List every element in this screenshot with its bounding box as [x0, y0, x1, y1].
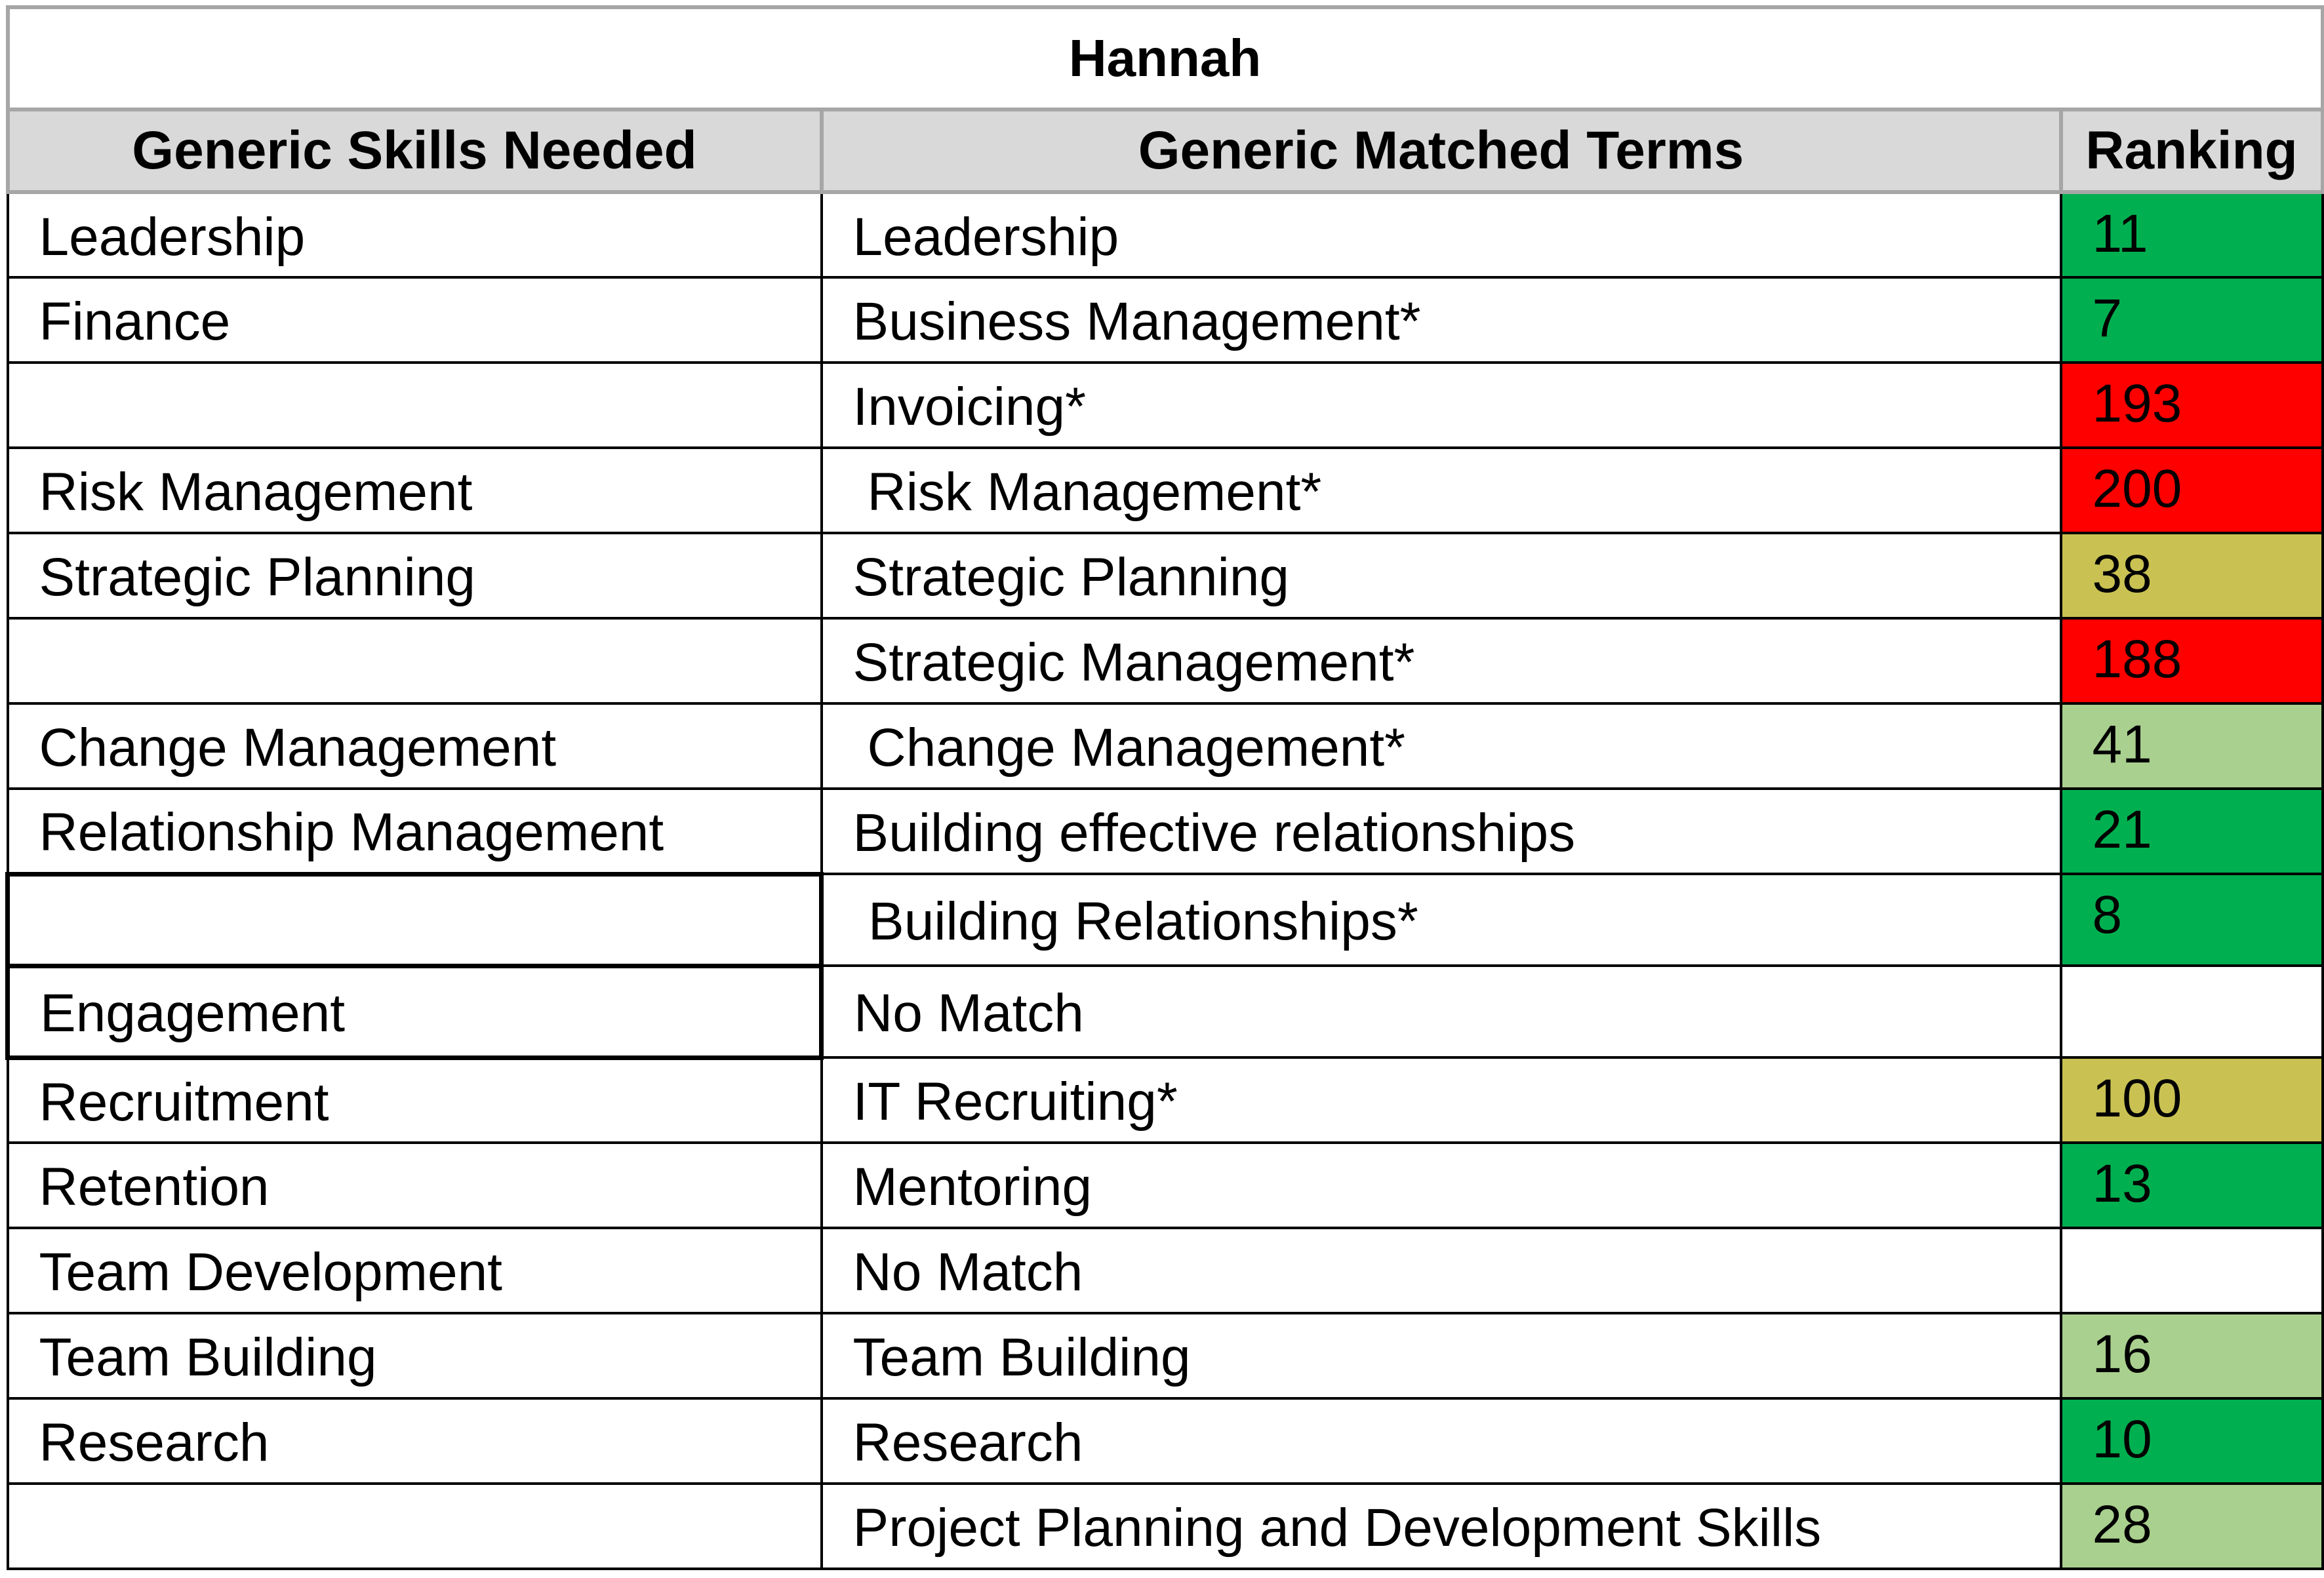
ranking-cell: 188: [2059, 617, 2324, 705]
matched-term-cell: Research: [820, 1397, 2062, 1485]
ranking-cell: 8: [2059, 873, 2324, 967]
matched-term-cell: Building Relationships*: [820, 873, 2062, 967]
skill-cell: Team Building: [6, 1312, 823, 1400]
skill-cell: Change Management: [6, 702, 823, 790]
table-row: Risk Management Risk Management* 200: [6, 446, 2324, 534]
ranking-cell: 13: [2059, 1141, 2324, 1229]
skill-cell: Strategic Planning: [6, 532, 823, 620]
table-row: Finance Business Management* 7: [6, 276, 2324, 364]
matched-term-cell: No Match: [820, 964, 2062, 1059]
ranking-cell: 100: [2059, 1056, 2324, 1144]
header-generic-matched-terms: Generic Matched Terms: [819, 108, 2063, 194]
skill-cell: Retention: [6, 1141, 823, 1229]
ranking-cell: 41: [2059, 702, 2324, 790]
matched-term-cell: Project Planning and Development Skills: [820, 1482, 2062, 1570]
matched-term-cell: Mentoring: [820, 1141, 2062, 1229]
ranking-cell: 21: [2059, 787, 2324, 875]
skill-cell: Risk Management: [6, 446, 823, 534]
ranking-cell: 7: [2059, 276, 2324, 364]
skill-cell: [5, 871, 824, 968]
matched-term-cell: Business Management*: [820, 276, 2062, 364]
matched-term-cell: No Match: [820, 1227, 2062, 1314]
title-row: Hannah: [5, 5, 2324, 111]
table-row: Team Building Team Building 16: [6, 1312, 2324, 1400]
skill-cell: [6, 617, 823, 705]
matched-term-cell: Team Building: [820, 1312, 2062, 1400]
skill-cell: Team Development: [6, 1227, 823, 1314]
header-generic-skills-needed: Generic Skills Needed: [5, 108, 824, 194]
header-ranking: Ranking: [2058, 108, 2324, 194]
table-row: Team Development No Match: [6, 1227, 2324, 1314]
ranking-cell: 193: [2059, 361, 2324, 449]
table-row: Research Research 10: [6, 1397, 2324, 1485]
table-row: Change Management Change Management* 41: [6, 702, 2324, 790]
table-row: Invoicing* 193: [6, 361, 2324, 449]
header-row: Generic Skills Needed Generic Matched Te…: [5, 108, 2324, 194]
matched-term-cell: Strategic Management*: [820, 617, 2062, 705]
matched-term-cell: Strategic Planning: [820, 532, 2062, 620]
matched-term-cell: Change Management*: [820, 702, 2062, 790]
table-title: Hannah: [5, 5, 2324, 111]
matched-term-cell: IT Recruiting*: [820, 1056, 2062, 1144]
skill-cell: Leadership: [6, 191, 823, 279]
table-row: Leadership Leadership 11: [6, 191, 2324, 279]
table-row: Building Relationships* 8: [5, 871, 2324, 968]
ranking-cell: 16: [2059, 1312, 2324, 1400]
table-row: Recruitment IT Recruiting* 100: [6, 1056, 2324, 1144]
ranking-cell: [2059, 1227, 2324, 1314]
table-row: Strategic Management* 188: [6, 617, 2324, 705]
table-row: Retention Mentoring 13: [6, 1141, 2324, 1229]
matched-term-cell: Building effective relationships: [820, 787, 2062, 875]
table-row: Relationship Management Building effectiv…: [6, 787, 2324, 875]
ranking-cell: [2059, 964, 2324, 1059]
skill-cell: Engagement: [5, 963, 824, 1060]
matched-term-cell: Leadership: [820, 191, 2062, 279]
ranking-cell: 38: [2059, 532, 2324, 620]
table-row: Strategic Planning Strategic Planning 38: [6, 532, 2324, 620]
skill-cell: Recruitment: [6, 1056, 823, 1144]
ranking-cell: 28: [2059, 1482, 2324, 1570]
skills-ranking-table: Hannah Generic Skills Needed Generic Mat…: [5, 5, 2324, 1570]
ranking-cell: 11: [2059, 191, 2324, 279]
matched-term-cell: Invoicing*: [820, 361, 2062, 449]
ranking-cell: 200: [2059, 446, 2324, 534]
table-row: Engagement No Match: [5, 963, 2324, 1060]
table-row: Project Planning and Development Skills 2…: [6, 1482, 2324, 1570]
matched-term-cell: Risk Management*: [820, 446, 2062, 534]
skill-cell: Finance: [6, 276, 823, 364]
skill-cell: [6, 1482, 823, 1570]
skill-cell: Relationship Management: [6, 787, 823, 875]
skill-cell: [6, 361, 823, 449]
ranking-cell: 10: [2059, 1397, 2324, 1485]
skill-cell: Research: [6, 1397, 823, 1485]
